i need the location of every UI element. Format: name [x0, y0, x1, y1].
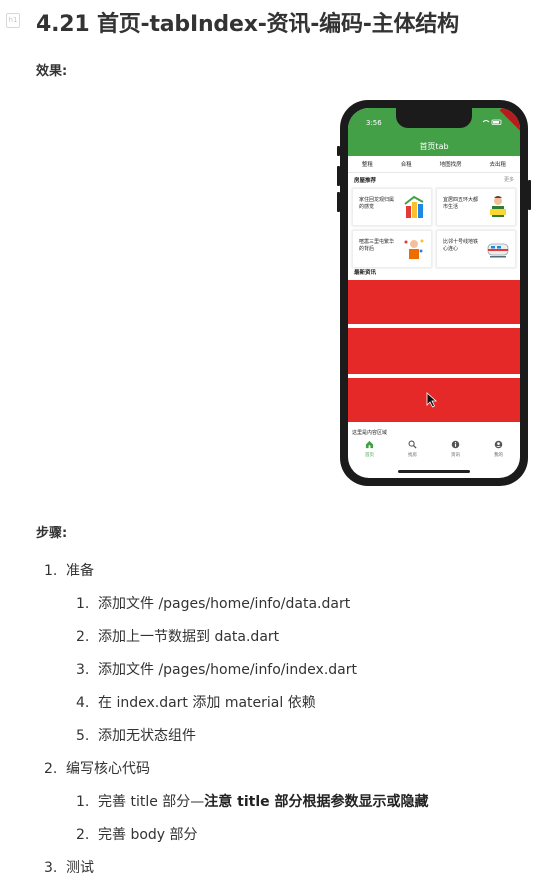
city-lights-illustration-icon [404, 239, 424, 259]
status-icons [482, 118, 504, 128]
step-item: 1. 准备 [44, 563, 94, 579]
page-title: 4.21 首页-tabIndex-资讯-编码-主体结构 [36, 12, 459, 37]
substep-item: 3. 添加文件 /pages/home/info/index.dart [76, 662, 357, 678]
effect-label: 效果: [36, 64, 68, 79]
recommend-title: 房屋推荐 [354, 178, 377, 184]
card-text: 比邻十号线地铁心连心 [443, 239, 479, 252]
bottom-nav-home[interactable]: 首页 [355, 436, 385, 466]
recommend-more-link[interactable]: 更多 [504, 176, 514, 183]
substep-item: 2. 完善 body 部分 [76, 827, 198, 843]
news-item-block[interactable] [348, 328, 520, 374]
bottom-nav-info[interactable]: 资讯 [441, 436, 471, 466]
substep-item: 2. 添加上一节数据到 data.dart [76, 629, 280, 645]
phone-notch [396, 108, 472, 128]
substep-item: 1. 添加文件 /pages/home/info/data.dart [76, 596, 351, 612]
recommend-header: 房屋推荐 更多 [348, 174, 520, 184]
volume-down-button [337, 192, 340, 212]
bottom-nav-label: 首页 [365, 453, 374, 458]
recommend-card[interactable]: 比邻十号线地铁心连心 [436, 230, 516, 268]
bottom-nav-label: 资讯 [451, 453, 460, 458]
bottom-nav-account[interactable]: 我的 [484, 436, 514, 466]
steps-label: 步骤: [36, 526, 68, 541]
bottom-nav-label: 找房 [408, 453, 417, 458]
subway-train-illustration-icon [487, 243, 509, 258]
substep-item: 5. 添加无状态组件 [76, 728, 196, 744]
mute-switch [337, 146, 340, 156]
step-item: 3. 测试 [44, 860, 94, 876]
info-icon [441, 440, 471, 452]
news-item-block[interactable] [348, 280, 520, 324]
bottom-navigation: 首页 找房 资讯 我的 [348, 436, 520, 466]
home-icon [355, 440, 385, 452]
heading-anchor-icon: h1 [6, 13, 20, 28]
substep-item: 1. 完善 title 部分—注意 title 部分根据参数显示或隐藏 [76, 794, 429, 810]
mouse-cursor-icon [426, 392, 438, 408]
card-text: 宜居四五环大都市生活 [443, 197, 479, 210]
recommend-card[interactable]: 喧嚣三里屯繁华的背后 [352, 230, 432, 268]
tab-whole-rent[interactable]: 整租 [362, 160, 373, 168]
tab-shared-rent[interactable]: 合租 [401, 160, 412, 168]
search-icon [398, 440, 428, 452]
tab-bar: 整租 合租 地图找房 去出租 [348, 156, 520, 173]
wifi-battery-icon [482, 119, 502, 125]
content-area-label: 这里是内容区域 [352, 430, 388, 436]
emphasis-text: 注意 title 部分根据参数显示或隐藏 [204, 794, 429, 810]
tab-rent-out[interactable]: 去出租 [490, 160, 507, 168]
card-text: 喧嚣三里屯繁华的背后 [359, 239, 395, 252]
status-time: 3:56 [366, 119, 382, 127]
books-illustration-icon [404, 195, 424, 218]
recommend-grid: 家住回龙观归属的感觉 宜居四五环大都市生活 喧嚣三里屯繁华的背后 比邻十号线地铁… [352, 188, 516, 268]
power-button [528, 180, 531, 210]
account-icon [484, 440, 514, 452]
bottom-nav-search[interactable]: 找房 [398, 436, 428, 466]
substep-item: 4. 在 index.dart 添加 material 依赖 [76, 695, 316, 711]
step-item: 2. 编写核心代码 [44, 761, 150, 777]
news-title: 最新资讯 [354, 270, 377, 276]
phone-mockup: 3:56 首页tab 整租 合租 地图找房 去出租 房屋推荐 更多 家住回龙观归… [337, 100, 531, 486]
bottom-nav-label: 我的 [494, 453, 503, 458]
person-reading-illustration-icon [490, 196, 506, 217]
volume-up-button [337, 166, 340, 186]
phone-screen: 3:56 首页tab 整租 合租 地图找房 去出租 房屋推荐 更多 家住回龙观归… [348, 108, 520, 478]
recommend-card[interactable]: 宜居四五环大都市生活 [436, 188, 516, 226]
app-bar-title: 首页tab [419, 142, 449, 151]
tab-map-search[interactable]: 地图找房 [440, 160, 462, 168]
recommend-card[interactable]: 家住回龙观归属的感觉 [352, 188, 432, 226]
home-indicator [398, 470, 470, 473]
card-text: 家住回龙观归属的感觉 [359, 197, 395, 210]
